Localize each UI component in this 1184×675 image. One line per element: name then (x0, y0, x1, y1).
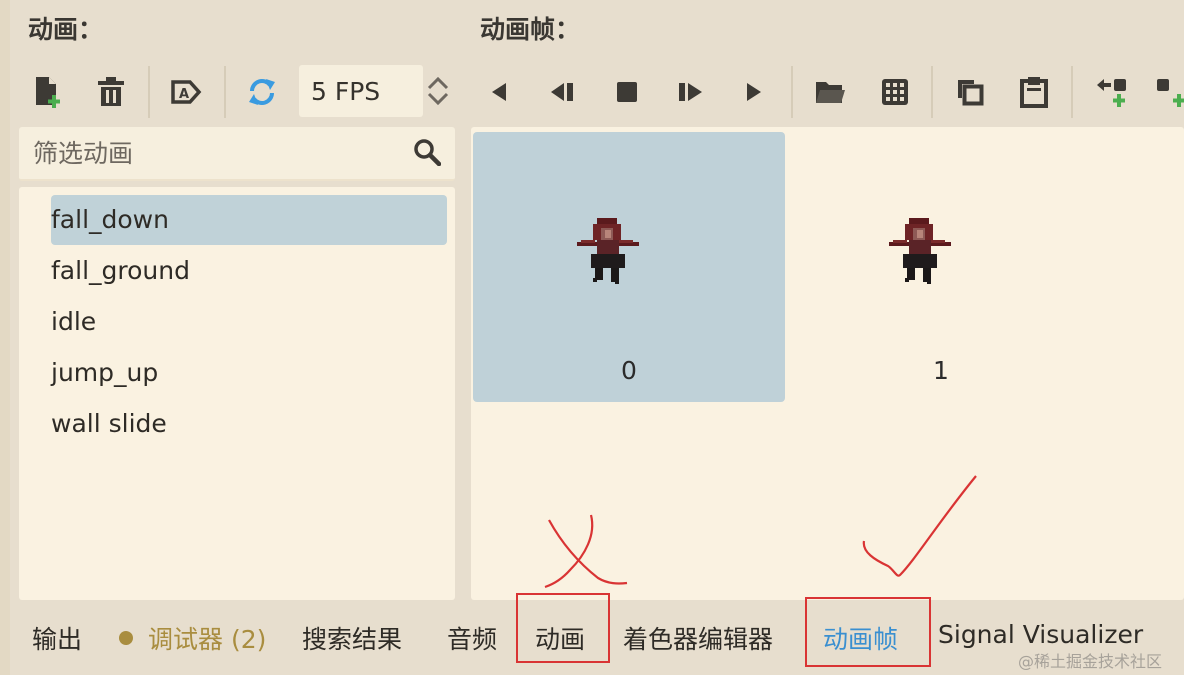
toolbar-separator (1071, 66, 1073, 118)
tab-signal-visualizer[interactable]: Signal Visualizer (938, 620, 1143, 649)
search-icon[interactable] (413, 138, 442, 170)
toolbar-separator (148, 66, 150, 118)
play-backwards-start-icon[interactable] (479, 72, 519, 112)
play-backwards-icon[interactable] (543, 72, 583, 112)
frame-cell[interactable]: 0 (473, 132, 785, 402)
tab-shader-editor[interactable]: 着色器编辑器 (623, 620, 773, 656)
load-frames-folder-icon[interactable] (810, 72, 850, 112)
toolbar-separator (791, 66, 793, 118)
play-icon[interactable] (670, 72, 710, 112)
paste-frame-icon[interactable] (1014, 72, 1054, 112)
copy-frame-icon[interactable] (950, 72, 990, 112)
animation-item[interactable]: fall_ground (51, 246, 447, 296)
frame-index-label: 0 (621, 356, 637, 385)
tab-debugger[interactable]: 调试器 (2) (148, 620, 266, 656)
animation-list[interactable]: fall_down fall_ground idle jump_up wall … (19, 187, 455, 600)
frame-cell[interactable]: 1 (785, 132, 1097, 402)
delete-animation-icon[interactable] (91, 72, 131, 112)
spinbox-arrows-icon[interactable] (426, 76, 450, 110)
annotation-box-animation (516, 593, 610, 663)
fps-spinbox[interactable]: 5 FPS (299, 65, 423, 117)
animation-item[interactable]: fall_down (51, 195, 447, 245)
toolbar-separator (931, 66, 933, 118)
debugger-status-dot (119, 631, 133, 645)
new-animation-icon[interactable] (28, 72, 68, 112)
animation-frames-header: 动画帧： (480, 15, 581, 44)
sprite-thumbnail (577, 218, 639, 284)
frame-index-label: 1 (933, 356, 949, 385)
filter-animations-input[interactable] (31, 135, 395, 171)
animation-item[interactable]: wall slide (51, 399, 447, 449)
stop-icon[interactable] (607, 72, 647, 112)
tab-audio[interactable]: 音频 (447, 620, 497, 656)
autoplay-icon[interactable]: A (166, 72, 206, 112)
animation-item[interactable]: jump_up (51, 348, 447, 398)
toolbar-separator (224, 66, 226, 118)
watermark: @稀土掘金技术社区 (1018, 652, 1163, 671)
animation-item-label: fall_ground (51, 256, 190, 285)
animation-item-label: fall_down (51, 205, 169, 234)
frames-panel: 0 1 (471, 127, 1184, 600)
sprite-thumbnail (889, 218, 951, 284)
sprite-frames-toolbar: A 5 FPS (18, 64, 1184, 120)
fps-value[interactable]: 5 FPS (311, 77, 380, 106)
loop-icon[interactable] (242, 72, 282, 112)
animation-filter (19, 127, 455, 181)
sprite-sheet-grid-icon[interactable] (875, 72, 915, 112)
animation-item-label: idle (51, 307, 97, 336)
tab-search-results[interactable]: 搜索结果 (302, 620, 402, 656)
animation-item-label: jump_up (51, 358, 159, 387)
tab-output[interactable]: 输出 (32, 620, 82, 656)
annotation-box-sprite-frames (805, 597, 931, 667)
insert-frame-after-icon[interactable] (1152, 72, 1184, 112)
animation-item[interactable]: idle (51, 297, 447, 347)
editor-frame-edge (0, 0, 10, 675)
insert-frame-before-icon[interactable] (1092, 72, 1132, 112)
animation-item-label: wall slide (51, 409, 167, 438)
svg-text:A: A (179, 87, 189, 102)
play-from-start-icon[interactable] (734, 72, 774, 112)
animations-header: 动画： (28, 15, 104, 44)
